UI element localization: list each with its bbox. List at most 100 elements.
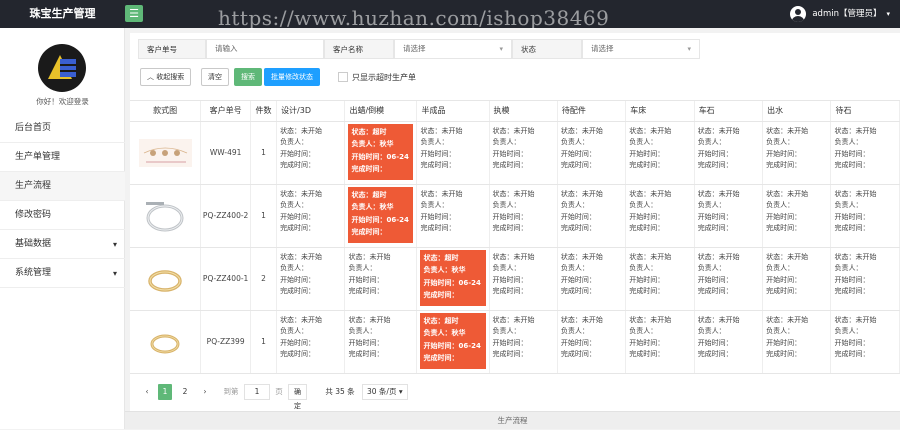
clear-button[interactable]: 清空 [201,68,229,86]
stage-info[interactable]: 状态：未开始 负责人： 开始时间： 完成时间： [695,248,762,298]
stage-cell[interactable]: 状态：未开始 负责人： 开始时间： 完成时间： [830,184,900,248]
stage-cell[interactable]: 状态：未开始 负责人： 开始时间： 完成时间： [276,310,346,374]
customer-no-input[interactable]: 请输入 [206,39,324,59]
collapse-search-button[interactable]: ︿ 收起搜索 [140,68,192,86]
product-thumbnail[interactable] [138,259,193,299]
stage-info[interactable]: 状态：未开始 负责人： 开始时间： 完成时间： [345,248,416,298]
stage-info[interactable]: 状态：未开始 负责人： 开始时间： 完成时间： [277,185,344,235]
stage-cell[interactable]: 状态：超时 负责人：秋华 开始时间：06-24 完成时间： [344,121,418,185]
avatar[interactable] [790,6,807,22]
stage-info[interactable]: 状态：未开始 负责人： 开始时间： 完成时间： [490,122,557,172]
stage-overdue-card[interactable]: 状态：超时 负责人：秋华 开始时间：06-24 完成时间： [420,249,486,306]
stage-info[interactable]: 状态：未开始 负责人： 开始时间： 完成时间： [695,311,762,361]
table-row[interactable]: PQ-ZZ399 1 状态：未开始 负责人： 开始时间： 完成时间： 状态：未开始 负责人：开… [130,310,900,374]
stage-cell[interactable]: 状态：未开始 负责人： 开始时间： 完成时间： [557,310,627,374]
stage-info[interactable]: 状态：未开始 负责人： 开始时间： 完成时间： [626,248,693,298]
prev-page-icon[interactable]: ‹ [140,384,154,400]
page-2[interactable]: 2 [178,384,192,400]
sidebar-item-password[interactable]: 修改密码 [0,201,125,230]
stage-cell[interactable]: 状态：未开始 负责人： 开始时间： 完成时间： [557,247,627,311]
stage-cell[interactable]: 状态：超时 负责人：秋华 开始时间：06-24 完成时间： [416,247,490,311]
stage-info[interactable]: 状态：未开始 负责人： 开始时间： 完成时间： [558,122,625,172]
stage-cell[interactable]: 状态：未开始 负责人： 开始时间： 完成时间： [489,184,558,248]
stage-info[interactable]: 状态：未开始 负责人： 开始时间： 完成时间： [763,248,830,298]
stage-info[interactable]: 状态：未开始 负责人： 开始时间： 完成时间： [626,185,693,235]
stage-cell[interactable]: 状态：未开始 负责人： 开始时间： 完成时间： [762,184,832,248]
search-button[interactable]: 搜索 [234,68,262,86]
stage-cell[interactable]: 状态：未开始 负责人： 开始时间： 完成时间： [276,184,346,248]
sidebar-item-process[interactable]: 生产流程 [0,172,125,201]
stage-info[interactable]: 状态：未开始 负责人： 开始时间： 完成时间： [417,185,488,235]
stage-cell[interactable]: 状态：未开始 负责人： 开始时间： 完成时间： [830,310,900,374]
table-row[interactable]: PQ-ZZ400-2 1 状态：未开始 负责人： 开始时间： 完成时间： 状态：超时 负责人：… [130,184,900,248]
stage-info[interactable]: 状态：未开始 负责人： 开始时间： 完成时间： [763,311,830,361]
stage-info[interactable]: 状态：未开始 负责人： 开始时间： 完成时间： [558,248,625,298]
product-thumbnail[interactable] [138,133,193,173]
stage-info[interactable]: 状态：未开始 负责人： 开始时间： 完成时间： [277,311,344,361]
stage-cell[interactable]: 状态：未开始 负责人： 开始时间： 完成时间： [489,310,558,374]
stage-cell[interactable]: 状态：未开始 负责人： 开始时间： 完成时间： [762,121,832,185]
stage-cell[interactable]: 状态：未开始 负责人： 开始时间： 完成时间： [694,310,764,374]
stage-cell[interactable]: 状态：未开始 负责人： 开始时间： 完成时间： [830,247,900,311]
stage-cell[interactable]: 状态：未开始 负责人： 开始时间： 完成时间： [557,184,627,248]
stage-cell[interactable]: 状态：未开始 负责人： 开始时间： 完成时间： [694,247,764,311]
stage-info[interactable]: 状态：未开始 负责人： 开始时间： 完成时间： [417,122,488,172]
status-select[interactable]: 请选择 ▾ [582,39,700,59]
stage-cell[interactable]: 状态：未开始 负责人： 开始时间： 完成时间： [625,247,695,311]
menu-toggle-icon[interactable]: ☰ [125,5,143,22]
stage-info[interactable]: 状态：未开始 负责人： 开始时间： 完成时间： [831,248,899,298]
stage-cell[interactable]: 状态：未开始 负责人： 开始时间： 完成时间： [625,121,695,185]
next-page-icon[interactable]: › [198,384,212,400]
stage-info[interactable]: 状态：未开始 负责人： 开始时间： 完成时间： [558,311,625,361]
stage-info[interactable]: 状态：未开始 负责人： 开始时间： 完成时间： [490,185,557,235]
page-1[interactable]: 1 [158,384,172,400]
table-row[interactable]: PQ-ZZ400-1 2 状态：未开始 负责人： 开始时间： 完成时间： 状态：未开始 负责人… [130,247,900,311]
goto-confirm-button[interactable]: 确定 [288,384,307,410]
stage-info[interactable]: 状态：未开始 负责人： 开始时间： 完成时间： [763,185,830,235]
stage-info[interactable]: 状态：未开始 负责人： 开始时间： 完成时间： [831,311,899,361]
stage-info[interactable]: 状态：未开始 负责人： 开始时间： 完成时间： [831,185,899,235]
customer-name-select[interactable]: 请选择 ▾ [394,39,512,59]
stage-cell[interactable]: 状态：未开始 负责人： 开始时间： 完成时间： [344,247,418,311]
stage-cell[interactable]: 状态：未开始 负责人： 开始时间： 完成时间： [557,121,627,185]
stage-info[interactable]: 状态：未开始 负责人： 开始时间： 完成时间： [626,122,693,172]
user-name[interactable]: admin【管理员】 [812,9,881,19]
process-table[interactable]: 款式图 客户单号 件数 设计/3D 出蜡/倒模 半成品 执模 待配件 车床 车石… [130,100,900,378]
stage-cell[interactable]: 状态：未开始 负责人： 开始时间： 完成时间： [276,247,346,311]
stage-cell[interactable]: 状态：未开始 负责人： 开始时间： 完成时间： [625,184,695,248]
sidebar-item-system[interactable]: 系统管理 ▾ [0,259,125,288]
stage-info[interactable]: 状态：未开始 负责人： 开始时间： 完成时间： [695,122,762,172]
sidebar-item-dashboard[interactable]: 后台首页 [0,114,125,143]
overdue-only-checkbox[interactable] [338,72,348,82]
product-thumbnail[interactable] [138,322,193,362]
stage-cell[interactable]: 状态：超时 负责人：秋华 开始时间：06-24 完成时间： [344,184,418,248]
stage-info[interactable]: 状态：未开始 负责人： 开始时间： 完成时间： [558,185,625,235]
stage-info[interactable]: 状态：未开始 负责人： 开始时间： 完成时间： [490,311,557,361]
stage-info[interactable]: 状态：未开始 负责人： 开始时间： 完成时间： [695,185,762,235]
stage-cell[interactable]: 状态：未开始 负责人： 开始时间： 完成时间： [276,121,346,185]
stage-cell[interactable]: 状态：未开始 负责人： 开始时间： 完成时间： [416,121,490,185]
product-thumbnail[interactable] [138,196,193,236]
stage-cell[interactable]: 状态：未开始 负责人： 开始时间： 完成时间： [344,310,418,374]
sidebar-item-orders[interactable]: 生产单管理 [0,143,125,172]
overdue-only-label[interactable]: 只显示超时生产单 [352,72,416,83]
stage-info[interactable]: 状态：未开始 负责人： 开始时间： 完成时间： [831,122,899,172]
stage-info[interactable]: 状态：未开始 负责人： 开始时间： 完成时间： [277,248,344,298]
goto-page-input[interactable]: 1 [244,384,270,400]
stage-cell[interactable]: 状态：未开始 负责人： 开始时间： 完成时间： [694,121,764,185]
stage-info[interactable]: 状态：未开始 负责人： 开始时间： 完成时间： [763,122,830,172]
stage-cell[interactable]: 状态：未开始 负责人： 开始时间： 完成时间： [416,184,490,248]
table-row[interactable]: WW-491 1 状态：未开始 负责人： 开始时间： 完成时间： 状态：超时 负责人：秋华 开始… [130,121,900,185]
user-menu[interactable]: admin【管理员】 ▾ [790,0,900,28]
stage-cell[interactable]: 状态：未开始 负责人： 开始时间： 完成时间： [830,121,900,185]
stage-info[interactable]: 状态：未开始 负责人： 开始时间： 完成时间： [626,311,693,361]
stage-cell[interactable]: 状态：未开始 负责人： 开始时间： 完成时间： [762,247,832,311]
stage-info[interactable]: 状态：未开始 负责人： 开始时间： 完成时间： [490,248,557,298]
sidebar-item-basic-data[interactable]: 基础数据 ▾ [0,230,125,259]
chevron-down-icon[interactable]: ▾ [886,0,890,28]
stage-info[interactable]: 状态：未开始 负责人： 开始时间： 完成时间： [277,122,344,172]
stage-cell[interactable]: 状态：超时 负责人：秋华 开始时间：06-24 完成时间： [416,310,490,374]
stage-cell[interactable]: 状态：未开始 负责人： 开始时间： 完成时间： [489,247,558,311]
stage-info[interactable]: 状态：未开始 负责人： 开始时间： 完成时间： [345,311,416,361]
stage-cell[interactable]: 状态：未开始 负责人： 开始时间： 完成时间： [762,310,832,374]
